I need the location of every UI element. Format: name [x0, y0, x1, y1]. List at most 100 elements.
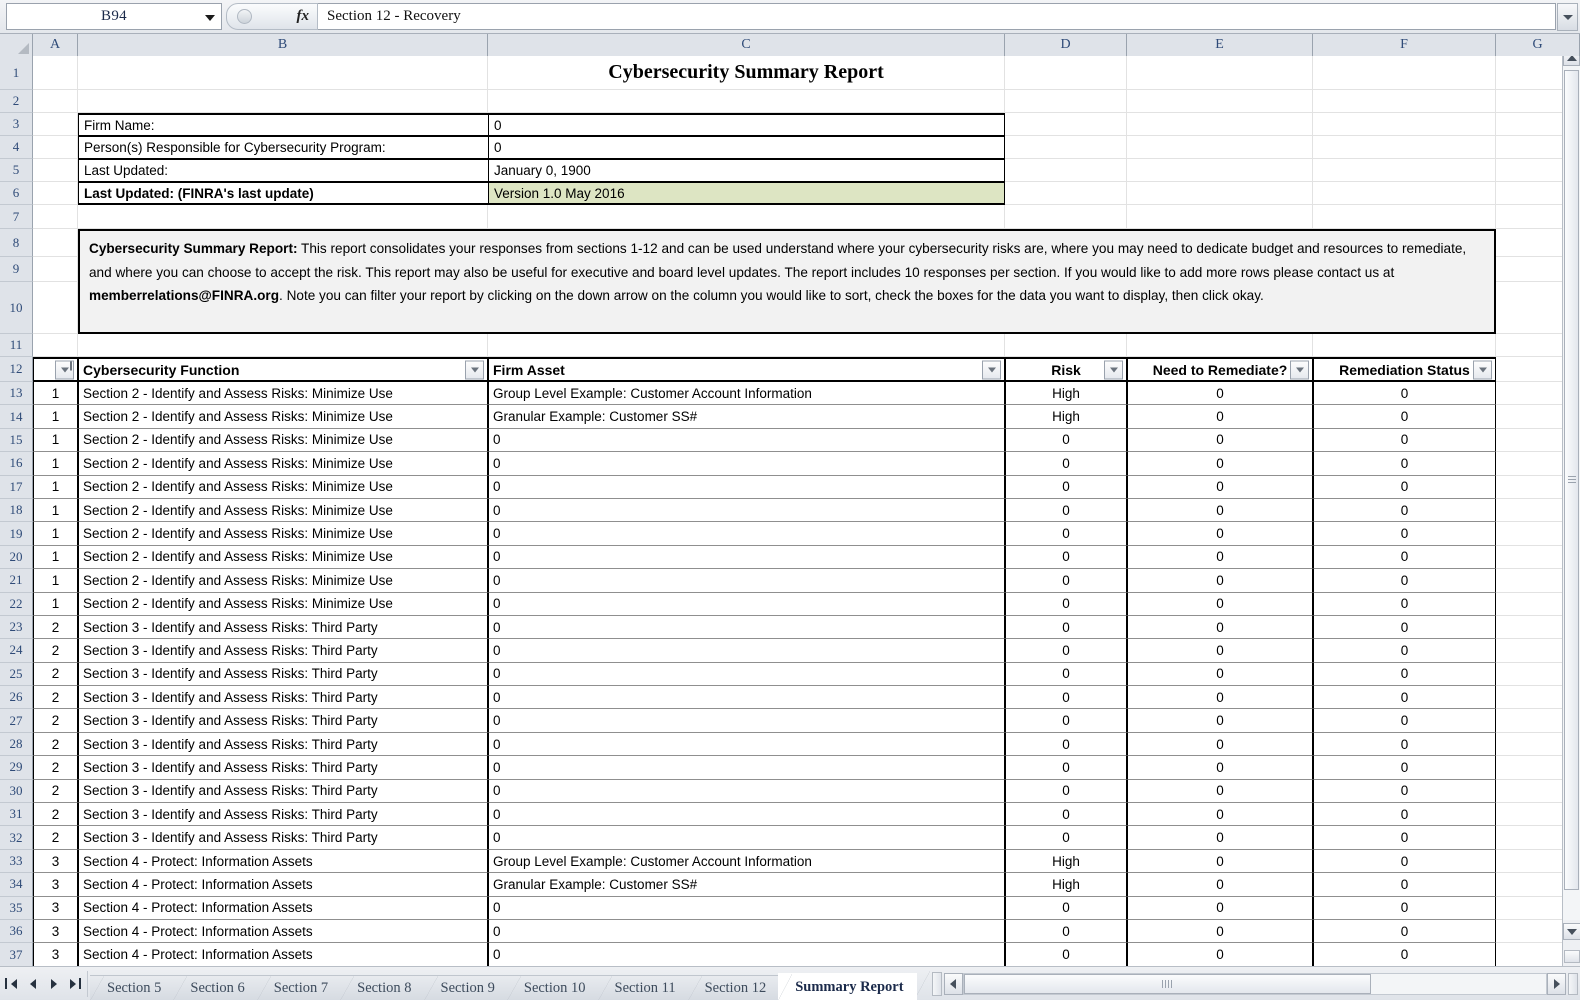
- cell-e4[interactable]: [1127, 136, 1313, 159]
- cell-cybersecurity-function[interactable]: Section 2 - Identify and Assess Risks: M…: [78, 452, 488, 475]
- sheet-tab-section-7[interactable]: Section 7: [257, 975, 341, 1000]
- cell-remediation-status[interactable]: 0: [1313, 499, 1496, 522]
- cell-need-to-remediate[interactable]: 0: [1127, 709, 1313, 732]
- cell-need-to-remediate[interactable]: 0: [1127, 663, 1313, 686]
- cell-risk[interactable]: 0: [1005, 546, 1127, 569]
- cell-firm-asset[interactable]: 0: [488, 756, 1005, 779]
- cell-remediation-status[interactable]: 0: [1313, 616, 1496, 639]
- cell-firm-asset[interactable]: 0: [488, 943, 1005, 966]
- cell-f11[interactable]: [1313, 334, 1496, 357]
- cell-remediation-status[interactable]: 0: [1313, 826, 1496, 849]
- cell-index[interactable]: 3: [33, 920, 78, 943]
- sheet-tab-section-6[interactable]: Section 6: [173, 975, 257, 1000]
- column-header-firm-asset[interactable]: Firm Asset: [488, 357, 1005, 382]
- cell-index[interactable]: 2: [33, 663, 78, 686]
- filter-dropdown-icon-index[interactable]: [55, 360, 74, 379]
- cell-cybersecurity-function[interactable]: Section 4 - Protect: Information Assets: [78, 873, 488, 896]
- cell-c11[interactable]: [488, 334, 1005, 357]
- cell-cybersecurity-function[interactable]: Section 2 - Identify and Assess Risks: M…: [78, 593, 488, 616]
- cell-f2[interactable]: [1313, 90, 1496, 113]
- cell-d11[interactable]: [1005, 334, 1127, 357]
- last-updated-label[interactable]: Last Updated:: [78, 159, 488, 182]
- sheet-tab-section-8[interactable]: Section 8: [340, 975, 424, 1000]
- tab-splitter-handle[interactable]: [932, 972, 942, 996]
- cell-cybersecurity-function[interactable]: Section 3 - Identify and Assess Risks: T…: [78, 686, 488, 709]
- cell-cybersecurity-function[interactable]: Section 3 - Identify and Assess Risks: T…: [78, 780, 488, 803]
- cell-cybersecurity-function[interactable]: Section 3 - Identify and Assess Risks: T…: [78, 709, 488, 732]
- cell-risk[interactable]: 0: [1005, 499, 1127, 522]
- cell-e2[interactable]: [1127, 90, 1313, 113]
- responsible-persons-label[interactable]: Person(s) Responsible for Cybersecurity …: [78, 136, 488, 159]
- row-header-13[interactable]: 13: [0, 382, 33, 405]
- cell-remediation-status[interactable]: 0: [1313, 850, 1496, 873]
- cell-cybersecurity-function[interactable]: Section 4 - Protect: Information Assets: [78, 920, 488, 943]
- cell-index[interactable]: 2: [33, 686, 78, 709]
- cell-cybersecurity-function[interactable]: Section 3 - Identify and Assess Risks: T…: [78, 826, 488, 849]
- cell-cybersecurity-function[interactable]: Section 3 - Identify and Assess Risks: T…: [78, 639, 488, 662]
- description-block[interactable]: Cybersecurity Summary Report: This repor…: [78, 229, 1496, 334]
- cell-index[interactable]: 1: [33, 569, 78, 592]
- cell-d3[interactable]: [1005, 113, 1127, 136]
- cell-risk[interactable]: 0: [1005, 733, 1127, 756]
- cell-cybersecurity-function[interactable]: Section 4 - Protect: Information Assets: [78, 897, 488, 920]
- row-header-21[interactable]: 21: [0, 569, 33, 592]
- column-header-cybersecurity-function[interactable]: Cybersecurity Function: [78, 357, 488, 382]
- row-header-18[interactable]: 18: [0, 499, 33, 522]
- cell-cybersecurity-function[interactable]: Section 2 - Identify and Assess Risks: M…: [78, 499, 488, 522]
- row-header-22[interactable]: 22: [0, 593, 33, 616]
- row-header-34[interactable]: 34: [0, 873, 33, 896]
- cell-index[interactable]: 1: [33, 476, 78, 499]
- horizontal-scroll-track[interactable]: [963, 973, 1547, 995]
- cell-remediation-status[interactable]: 0: [1313, 873, 1496, 896]
- cell-firm-asset[interactable]: Group Level Example: Customer Account In…: [488, 850, 1005, 873]
- cell-risk[interactable]: High: [1005, 405, 1127, 428]
- cell-firm-asset[interactable]: 0: [488, 780, 1005, 803]
- cell-risk[interactable]: 0: [1005, 897, 1127, 920]
- cell-remediation-status[interactable]: 0: [1313, 756, 1496, 779]
- row-header-16[interactable]: 16: [0, 452, 33, 475]
- formula-toggle-icon[interactable]: [237, 9, 252, 24]
- cell-need-to-remediate[interactable]: 0: [1127, 850, 1313, 873]
- cell-a6[interactable]: [33, 182, 78, 205]
- cell-index[interactable]: 1: [33, 382, 78, 405]
- column-header-remediation-status[interactable]: Remediation Status: [1313, 357, 1496, 382]
- cell-risk[interactable]: 0: [1005, 639, 1127, 662]
- row-header-35[interactable]: 35: [0, 897, 33, 920]
- column-header-e[interactable]: E: [1127, 34, 1313, 56]
- row-header-11[interactable]: 11: [0, 334, 33, 357]
- cell-risk[interactable]: High: [1005, 850, 1127, 873]
- firm-name-label[interactable]: Firm Name:: [78, 113, 488, 136]
- cell-e7[interactable]: [1127, 205, 1313, 229]
- cell-index[interactable]: 1: [33, 452, 78, 475]
- cell-c2[interactable]: [488, 90, 1005, 113]
- row-header-14[interactable]: 14: [0, 405, 33, 428]
- cell-a5[interactable]: [33, 159, 78, 182]
- first-sheet-icon[interactable]: [5, 977, 18, 991]
- row-header-1[interactable]: 1: [0, 56, 33, 90]
- cell-remediation-status[interactable]: 0: [1313, 593, 1496, 616]
- row-header-8[interactable]: 8: [0, 229, 33, 257]
- cell-d4[interactable]: [1005, 136, 1127, 159]
- cell-d2[interactable]: [1005, 90, 1127, 113]
- row-header-20[interactable]: 20: [0, 546, 33, 569]
- cell-index[interactable]: 3: [33, 850, 78, 873]
- cell-index[interactable]: 2: [33, 803, 78, 826]
- cell-need-to-remediate[interactable]: 0: [1127, 639, 1313, 662]
- cell-need-to-remediate[interactable]: 0: [1127, 920, 1313, 943]
- column-header-f[interactable]: F: [1313, 34, 1496, 56]
- cell-firm-asset[interactable]: 0: [488, 452, 1005, 475]
- horizontal-scrollbar[interactable]: [963, 972, 1580, 996]
- cell-f3[interactable]: [1313, 113, 1496, 136]
- column-header-a[interactable]: A: [33, 34, 78, 56]
- scroll-down-button[interactable]: [1563, 923, 1580, 940]
- sheet-tab-section-9[interactable]: Section 9: [424, 975, 508, 1000]
- cell-index[interactable]: 1: [33, 429, 78, 452]
- cell-need-to-remediate[interactable]: 0: [1127, 593, 1313, 616]
- row-header-33[interactable]: 33: [0, 850, 33, 873]
- cell-index[interactable]: 3: [33, 943, 78, 966]
- row-header-19[interactable]: 19: [0, 522, 33, 545]
- cell-need-to-remediate[interactable]: 0: [1127, 826, 1313, 849]
- cell-risk[interactable]: 0: [1005, 429, 1127, 452]
- row-header-27[interactable]: 27: [0, 709, 33, 732]
- cell-need-to-remediate[interactable]: 0: [1127, 873, 1313, 896]
